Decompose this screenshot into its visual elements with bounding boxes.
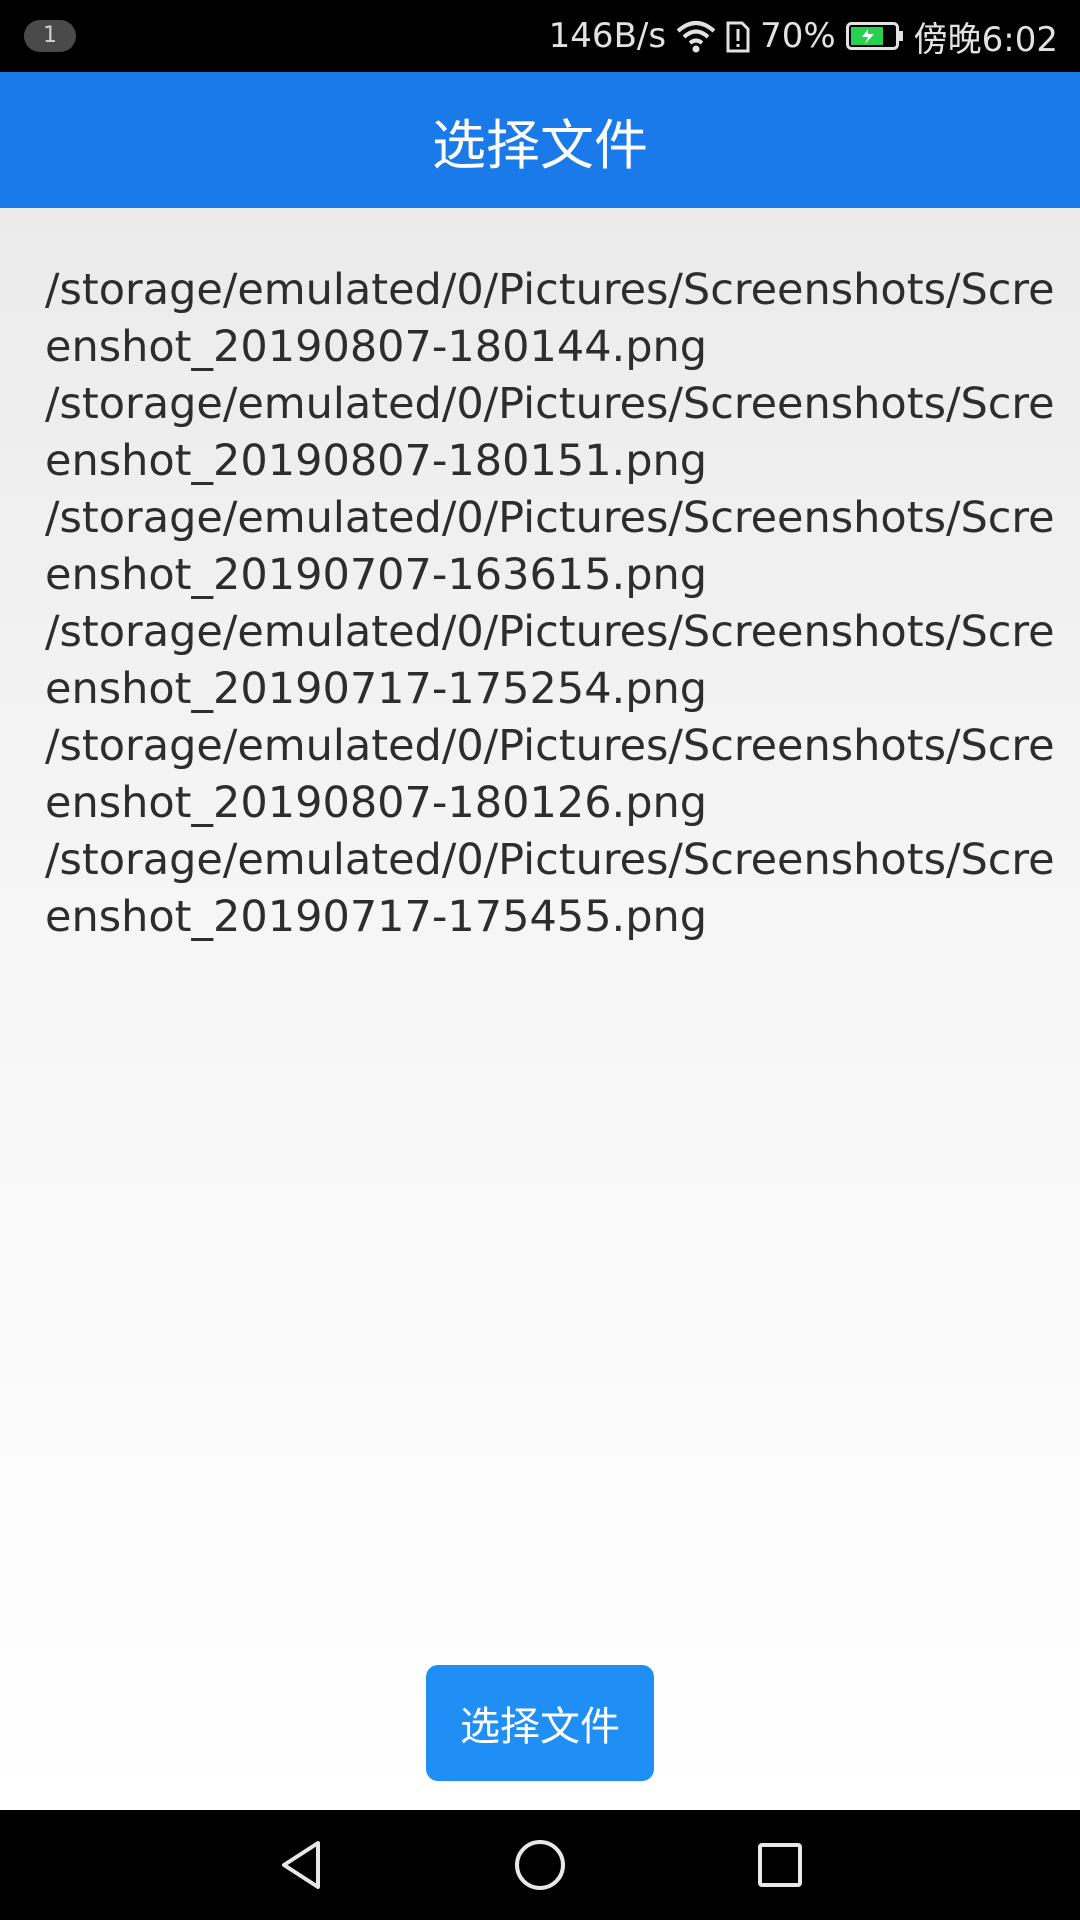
home-icon (515, 1840, 565, 1890)
navigation-bar (0, 1810, 1080, 1920)
recents-button[interactable] (745, 1830, 815, 1900)
page-title: 选择文件 (432, 113, 648, 177)
network-speed: 146B/s (548, 16, 667, 56)
battery-percent: 70% (760, 16, 836, 56)
file-path-item: /storage/emulated/0/Pictures/Screenshots… (45, 721, 1055, 828)
status-bar: 1 146B/s 70% 傍晚6:02 (0, 0, 1080, 72)
home-button[interactable] (505, 1830, 575, 1900)
recents-icon (758, 1843, 802, 1887)
file-path-list: /storage/emulated/0/Pictures/Screenshots… (45, 262, 1055, 946)
notification-badge: 1 (24, 20, 76, 52)
file-path-item: /storage/emulated/0/Pictures/Screenshots… (45, 835, 1055, 942)
file-path-item: /storage/emulated/0/Pictures/Screenshots… (45, 379, 1055, 486)
wifi-icon (676, 19, 716, 53)
file-path-item: /storage/emulated/0/Pictures/Screenshots… (45, 493, 1055, 600)
screen: 1 146B/s 70% 傍晚6:02 选择文件 /storage/emulat… (0, 0, 1080, 1920)
sim-alert-icon (726, 19, 750, 53)
status-indicators: 146B/s 70% 傍晚6:02 (549, 0, 1058, 72)
content-area: /storage/emulated/0/Pictures/Screenshots… (0, 208, 1080, 1810)
back-button[interactable] (265, 1830, 335, 1900)
clock: 傍晚6:02 (913, 19, 1058, 60)
battery-charging-icon (845, 21, 904, 51)
back-icon (282, 1841, 320, 1889)
select-file-button[interactable]: 选择文件 (426, 1665, 654, 1781)
file-path-item: /storage/emulated/0/Pictures/Screenshots… (45, 607, 1055, 714)
file-path-item: /storage/emulated/0/Pictures/Screenshots… (45, 265, 1055, 372)
app-bar: 选择文件 (0, 72, 1080, 208)
